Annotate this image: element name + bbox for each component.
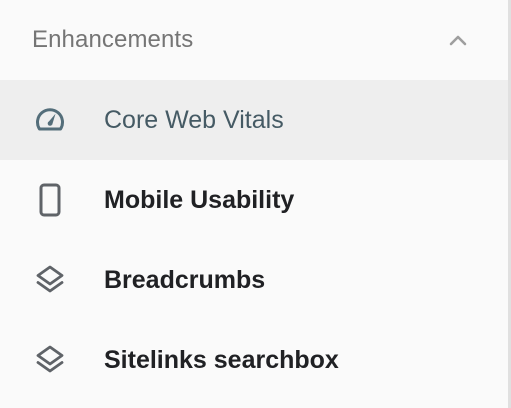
- layers-icon: [36, 345, 64, 373]
- nav-item-label: Mobile Usability: [104, 186, 295, 214]
- enhancements-panel: Enhancements Core Web Vitals Mobile Usab…: [0, 0, 511, 408]
- section-title: Enhancements: [32, 26, 194, 53]
- smartphone-icon: [39, 183, 61, 217]
- nav-item-label: Breadcrumbs: [104, 266, 266, 294]
- chevron-up-icon[interactable]: [446, 29, 470, 53]
- enhancements-section-header[interactable]: Enhancements: [0, 0, 508, 80]
- nav-item-sitelinks-searchbox[interactable]: Sitelinks searchbox: [0, 320, 508, 400]
- nav-item-label: Sitelinks searchbox: [104, 346, 339, 374]
- layers-icon: [36, 265, 64, 293]
- speedometer-icon: [36, 108, 64, 131]
- nav-item-breadcrumbs[interactable]: Breadcrumbs: [0, 240, 508, 320]
- nav-item-mobile-usability[interactable]: Mobile Usability: [0, 160, 508, 240]
- nav-item-core-web-vitals[interactable]: Core Web Vitals: [0, 80, 508, 160]
- nav-item-label: Core Web Vitals: [104, 106, 284, 134]
